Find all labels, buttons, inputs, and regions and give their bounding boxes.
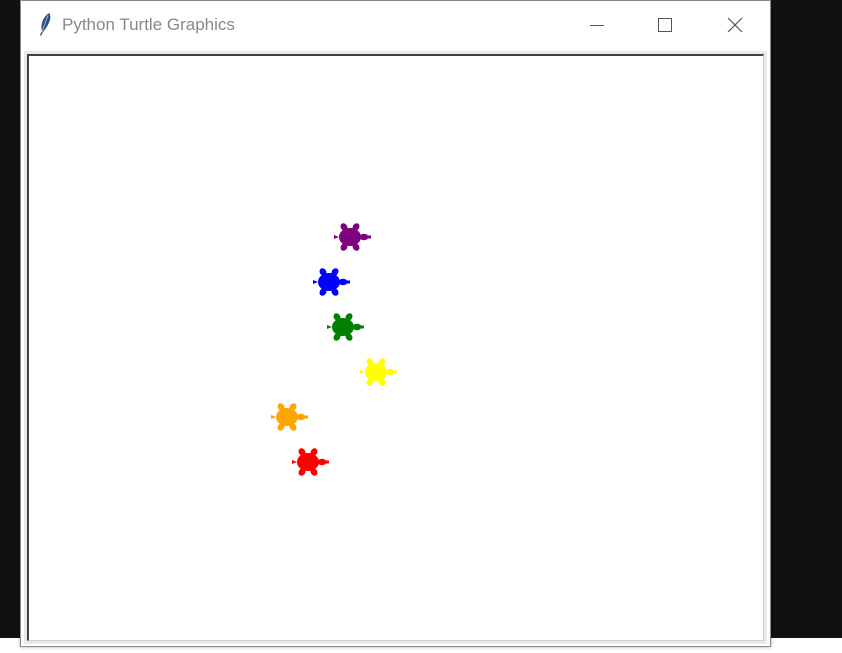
turtle-window: Python Turtle Graphics [20,0,771,647]
canvas-frame [24,51,767,644]
turtle-green [327,313,364,341]
minimize-button[interactable] [567,1,627,49]
turtle-orange [271,403,308,431]
turtle-canvas[interactable] [27,54,764,641]
feather-icon [40,13,51,36]
close-button[interactable] [705,1,765,49]
turtle-yellow [360,358,397,386]
turtle-red [292,448,329,476]
minimize-icon [590,25,604,26]
turtle-blue [313,268,350,296]
close-icon [727,17,743,33]
maximize-button[interactable] [635,1,695,49]
turtle-purple [334,223,371,251]
maximize-icon [658,18,672,32]
window-title: Python Turtle Graphics [62,15,235,34]
title-bar[interactable]: Python Turtle Graphics [21,1,770,49]
